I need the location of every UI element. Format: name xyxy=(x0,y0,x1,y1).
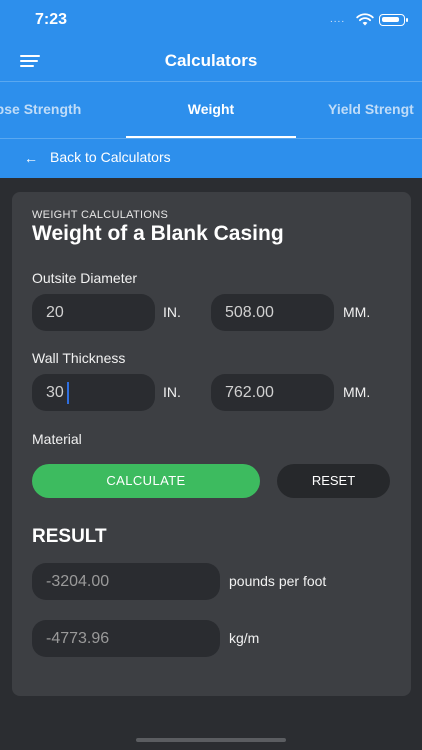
app-header: 7:23 .... Calculators lapse Strength Wei… xyxy=(0,0,422,178)
arrow-left-icon[interactable]: ← xyxy=(24,150,38,166)
outside-diameter-inch-unit: IN. xyxy=(163,304,181,320)
page-title: Calculators xyxy=(164,51,258,70)
outside-diameter-inches-input[interactable]: 20 xyxy=(32,294,155,331)
back-to-calculators-label[interactable]: Back to Calculators xyxy=(50,149,171,165)
battery-tip xyxy=(406,18,408,22)
outside-diameter-mm-unit: MM. xyxy=(343,304,371,320)
wall-thickness-inch-unit: IN. xyxy=(163,384,181,400)
wall-thickness-label: Wall Thickness xyxy=(32,350,126,366)
battery-icon xyxy=(379,14,405,26)
result-pounds-per-foot-unit: pounds per foot xyxy=(229,573,327,589)
calculator-title: Weight of a Blank Casing xyxy=(32,222,284,245)
material-label[interactable]: Material xyxy=(32,431,82,447)
result-kg-per-m-unit: kg/m xyxy=(229,630,260,646)
tab-bar: lapse Strength Weight Yield Strengt xyxy=(0,82,422,137)
result-kg-per-m-field: -4773.96 xyxy=(32,620,220,657)
signal-icon: .... xyxy=(330,14,346,25)
wall-thickness-mm-unit: MM. xyxy=(343,384,371,400)
outside-diameter-label: Outsite Diameter xyxy=(32,270,138,286)
result-heading: RESULT xyxy=(32,526,107,547)
wall-thickness-mm-input[interactable]: 762.00 xyxy=(211,374,334,411)
tab-yield-strength[interactable]: Yield Strengt xyxy=(328,101,414,117)
outside-diameter-mm-input[interactable]: 508.00 xyxy=(211,294,334,331)
home-indicator[interactable] xyxy=(136,738,286,742)
text-cursor xyxy=(67,382,69,404)
calculate-button[interactable]: CALCULATE xyxy=(32,464,260,498)
reset-button[interactable]: RESET xyxy=(277,464,390,498)
status-time: 7:23 xyxy=(35,11,68,28)
wall-thickness-inches-input[interactable]: 30 xyxy=(32,374,155,411)
result-pounds-per-foot-field: -3204.00 xyxy=(32,563,220,600)
wifi-icon xyxy=(356,13,374,26)
status-bar: 7:23 .... xyxy=(0,0,422,40)
section-kicker: WEIGHT CALCULATIONS xyxy=(32,209,169,221)
